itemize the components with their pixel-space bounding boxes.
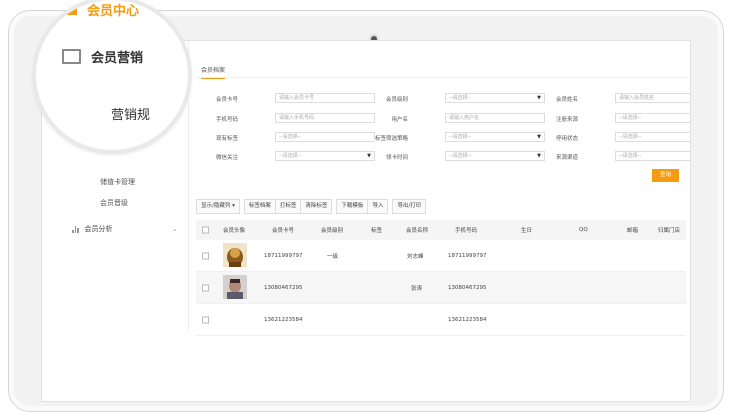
lens-item-marketing-rules[interactable]: 营销规 (111, 104, 150, 123)
field-value: --请选择-- (279, 153, 302, 159)
form-label: 会员姓名 (555, 97, 578, 103)
chevron-down-icon: ⌄ (172, 225, 178, 233)
col-birthday: 生日 (521, 228, 533, 234)
field-value: --请选择-- (619, 153, 642, 159)
form-label: 标签筛选策略 (374, 136, 408, 142)
col-phone: 手机号码 (455, 228, 478, 234)
add-tag-button[interactable]: 打标签 (275, 199, 302, 214)
col-card: 会员卡号 (272, 228, 295, 234)
member-avatar (223, 243, 247, 267)
row-checkbox[interactable] (202, 316, 209, 323)
window-icon (62, 49, 81, 64)
clear-tag-button[interactable]: 清除标签 (301, 199, 333, 214)
field-value: 请输入用户名 (449, 115, 480, 121)
query-button[interactable]: 查询 (652, 169, 679, 182)
col-level: 会员级别 (321, 228, 344, 234)
sidebar-item-analysis[interactable]: 会员分析 ⌄ (72, 224, 178, 234)
tab-member-archive[interactable]: 会员档案 (201, 65, 226, 79)
main-content: 会员档案 会员卡号 请输入会员卡号 会员级别 --请选择-- ▼ 会员姓名 请输入会员姓名手… (188, 41, 690, 336)
table-row[interactable]: 13621223584 13621223584 (196, 304, 686, 336)
chart-bars-icon (72, 225, 79, 233)
col-name: 会员名称 (406, 228, 429, 234)
col-tags: 标签 (371, 228, 383, 234)
field-value: 请输入会员姓名 (619, 95, 655, 101)
form-label: 手机号码 (215, 117, 238, 123)
phone-number: 13621223584 (448, 316, 487, 323)
form-label: 用户名 (391, 117, 408, 123)
member-avatar (223, 275, 247, 299)
text-field[interactable]: 请输入会员姓名 (615, 93, 690, 103)
show-hide-label: 显示/隐藏列 (201, 203, 231, 209)
tab-bar: 会员档案 (196, 59, 686, 79)
chevron-down-icon: ▾ (232, 203, 235, 209)
field-value: --请选择-- (449, 153, 472, 159)
select-all-checkbox[interactable] (202, 226, 209, 234)
row-checkbox[interactable] (202, 252, 209, 259)
field-value: --请选择-- (619, 134, 642, 140)
field-value: --请选择-- (279, 134, 302, 140)
member-name: 刘志峰 (407, 253, 424, 260)
phone-number: 18711999797 (448, 252, 487, 259)
form-label: 来源渠道 (555, 155, 578, 161)
sidebar-item-analysis-label: 会员分析 (84, 225, 113, 233)
table-header: 会员头像 会员卡号 会员级别 标签 会员名称 手机号码 生日 QQ 邮箱 归属门… (196, 220, 686, 240)
field-value: --请选择-- (619, 115, 642, 121)
export-print-button[interactable]: 导出/打印 (392, 199, 427, 214)
show-hide-columns-button[interactable]: 显示/隐藏列 ▾ (196, 199, 240, 214)
form-label: 会员卡号 (215, 97, 238, 103)
col-avatar: 会员头像 (223, 228, 246, 234)
table-row[interactable]: 13080467295 张涛 13080467295 (196, 272, 686, 304)
col-store: 归属门店 (658, 228, 681, 234)
card-number: 18711999797 (264, 252, 303, 259)
sidebar-item-member-upgrade[interactable]: 会员晋级 (100, 198, 128, 208)
import-button[interactable]: 导入 (368, 199, 389, 214)
lens-item-member-center-label: 会员中心 (87, 4, 140, 19)
form-label: 现有标签 (215, 136, 238, 142)
magnifier-lens: 会员中心 会员营销 营销规 (36, 0, 188, 150)
toolbar: 显示/隐藏列 ▾ 标签档案 打标签 清除标签 下载模板 导入 导出/打印 (196, 199, 427, 214)
member-name: 张涛 (411, 285, 423, 292)
sidebar-item-stored-card[interactable]: 储值卡管理 (100, 177, 135, 187)
lens-item-member-marketing[interactable]: 会员营销 (62, 47, 143, 66)
field-value: 请输入会员卡号 (279, 95, 315, 101)
card-number: 13621223584 (264, 316, 303, 323)
tag-button-group: 标签档案 打标签 清除标签 (243, 199, 333, 214)
tag-archive-button[interactable]: 标签档案 (243, 199, 276, 214)
form-label: 停用状态 (555, 136, 578, 142)
field-value: 请输入手机号码 (279, 115, 315, 121)
member-level: 一级 (327, 253, 339, 260)
phone-number: 13080467295 (448, 284, 487, 291)
member-table: 会员头像 会员卡号 会员级别 标签 会员名称 手机号码 生日 QQ 邮箱 归属门… (196, 220, 686, 336)
col-qq: QQ (579, 227, 588, 233)
table-row[interactable]: 18711999797 一级 刘志峰 18711999797 (196, 240, 686, 272)
row-checkbox[interactable] (202, 284, 209, 291)
download-template-button[interactable]: 下载模板 (336, 199, 369, 214)
col-email: 邮箱 (627, 228, 639, 234)
form-label: 注册来源 (555, 117, 578, 123)
field-value: --请选择-- (449, 95, 472, 101)
form-label: 领卡时间 (385, 155, 408, 161)
form-label: 微信关注 (215, 155, 238, 161)
lens-item-member-marketing-label: 会员营销 (91, 51, 144, 66)
card-number: 13080467295 (264, 284, 303, 291)
import-button-group: 下载模板 导入 (336, 199, 389, 214)
select-field[interactable]: --请选择--▼ (615, 132, 690, 142)
select-field[interactable]: --请选择--▼ (615, 151, 690, 161)
card-icon (62, 4, 77, 15)
form-label: 会员级别 (385, 97, 408, 103)
lens-item-member-center[interactable]: 会员中心 (62, 0, 139, 19)
field-value: --请选择-- (449, 134, 472, 140)
select-field[interactable]: --请选择--▼ (615, 113, 690, 123)
